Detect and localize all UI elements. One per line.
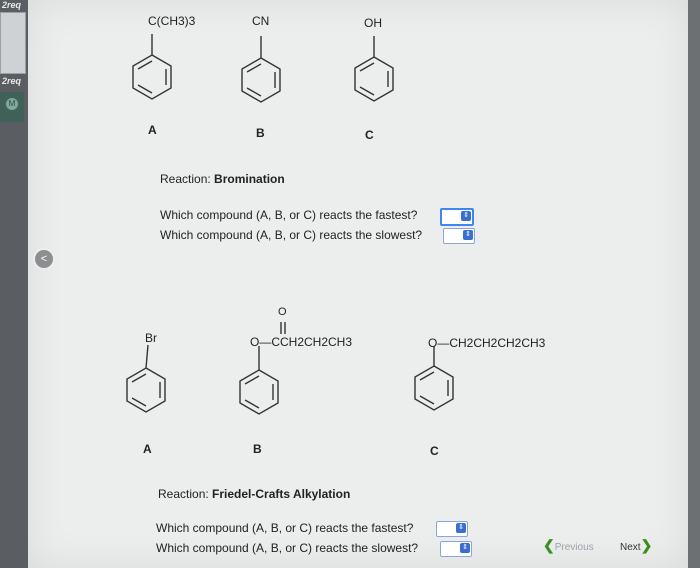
benzene-ring-top-c xyxy=(354,36,394,102)
bottom-c-substituent: O—CH2CH2CH2CH3 xyxy=(428,336,546,350)
top-reaction-prefix: Reaction: xyxy=(160,172,215,186)
bottom-b-letter: B xyxy=(253,442,262,456)
top-a-letter: A xyxy=(148,123,157,137)
bottom-reaction-prefix: Reaction: xyxy=(158,487,213,501)
benzene-ring-bottom-b xyxy=(239,346,279,415)
select-arrows-icon: ⇕ xyxy=(461,211,471,221)
benzene-ring-bottom-c xyxy=(414,346,454,411)
top-a-substituent: C(CH3)3 xyxy=(148,14,196,28)
benzene-ring-top-a xyxy=(132,34,172,100)
select-arrows-icon: ⇕ xyxy=(463,230,473,240)
top-b-letter: B xyxy=(256,126,265,140)
bottom-b-substituent: O—CCH2CH2CH3 xyxy=(250,335,353,349)
top-fastest-select[interactable]: ⇕ xyxy=(440,208,474,226)
bottom-fastest-select[interactable]: ⇕ xyxy=(436,521,468,537)
previous-button[interactable]: ❮Previous xyxy=(543,537,594,554)
structure-drawings xyxy=(126,34,454,415)
bottom-a-substituent: Br xyxy=(145,331,157,345)
top-question-fastest: Which compound (A, B, or C) reacts the f… xyxy=(160,208,418,222)
benzene-ring-top-b xyxy=(241,36,281,103)
bottom-c-letter: C xyxy=(430,444,439,458)
bottom-a-letter: A xyxy=(143,442,152,456)
photo-of-screen: 2req 2req M < C(CH3)3 CN OH A B C Reacti… xyxy=(0,0,700,568)
top-reaction-line: Reaction: Bromination xyxy=(160,172,285,186)
top-slowest-select[interactable]: ⇕ xyxy=(443,228,475,244)
bottom-b-carbonyl-o: O xyxy=(278,306,287,318)
top-c-substituent: OH xyxy=(364,16,382,30)
bottom-slowest-select[interactable]: ⇕ xyxy=(440,541,472,557)
bottom-question-slowest: Which compound (A, B, or C) reacts the s… xyxy=(156,541,419,555)
top-reaction-name: Bromination xyxy=(214,172,285,186)
top-question-slowest: Which compound (A, B, or C) reacts the s… xyxy=(160,228,423,242)
bottom-reaction-name: Friedel-Crafts Alkylation xyxy=(212,487,351,501)
previous-label: Previous xyxy=(554,542,594,553)
select-arrows-icon: ⇕ xyxy=(456,523,466,533)
chevron-left-icon: ❮ xyxy=(543,537,555,553)
chevron-right-icon: ❯ xyxy=(640,537,653,553)
top-b-substituent: CN xyxy=(252,14,270,28)
select-arrows-icon: ⇕ xyxy=(460,543,470,553)
next-label: Next xyxy=(620,542,641,553)
top-c-letter: C xyxy=(365,128,374,142)
next-button[interactable]: Next❯ xyxy=(620,537,652,554)
bottom-reaction-line: Reaction: Friedel-Crafts Alkylation xyxy=(158,487,350,501)
benzene-ring-bottom-a xyxy=(126,344,166,413)
bottom-question-fastest: Which compound (A, B, or C) reacts the f… xyxy=(156,521,414,535)
